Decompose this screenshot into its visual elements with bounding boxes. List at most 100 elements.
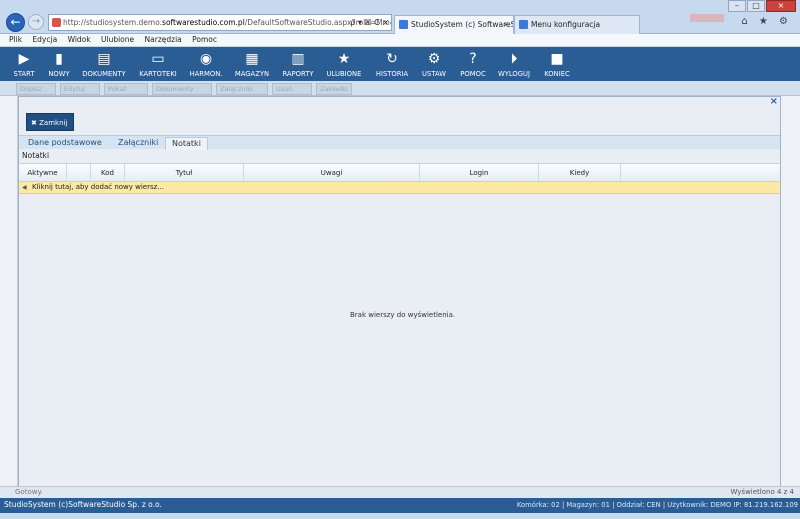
col-kiedy[interactable]: Kiedy (539, 164, 621, 182)
stop-icon: ■ (550, 51, 564, 67)
subtoolbar-zakladki[interactable]: Zakładki (316, 83, 352, 95)
status-text: Gotowy. (15, 488, 43, 496)
forward-button[interactable]: → (28, 14, 44, 30)
maximize-button[interactable]: □ (747, 0, 765, 12)
toolbar-label: ULUBIONE (326, 70, 362, 78)
new-document-icon: ▮ (55, 51, 63, 67)
empty-message: Brak wierszy do wyświetlenia. (350, 311, 456, 319)
sub-toolbar: Dopisz Edytuj Pokaż Dokumenty Załączniki… (0, 81, 800, 96)
browser-tab-studiosystem[interactable]: StudioSystem (c) SoftwareS... × (394, 15, 514, 34)
menu-narzedzia[interactable]: Narzędzia (145, 35, 182, 44)
address-bar[interactable]: http://studiosystem.demo.softwarestudio.… (48, 14, 392, 31)
toolbar-magazyn[interactable]: ▦ MAGAZYN (230, 47, 274, 81)
close-icon: ✖ (31, 119, 37, 127)
toolbar-raporty[interactable]: ▥ RAPORTY (278, 47, 318, 81)
cards-icon: ▭ (151, 51, 165, 67)
tab-zalaczniki[interactable]: Załączniki (112, 137, 164, 150)
toolbar-ustaw[interactable]: ⚙ USTAW (418, 47, 450, 81)
schedule-icon: ◉ (199, 51, 213, 67)
subtoolbar-dopisz[interactable]: Dopisz (16, 83, 56, 95)
footer-copyright: StudioSystem (c)SoftwareStudio Sp. z o.o… (4, 500, 162, 509)
minimize-button[interactable]: – (728, 0, 746, 12)
window-close-button[interactable]: × (766, 0, 796, 12)
menubar: Plik Edycja Widok Ulubione Narzędzia Pom… (0, 34, 800, 47)
menu-ulubione[interactable]: Ulubione (101, 35, 134, 44)
toolbar-ulubione[interactable]: ★ ULUBIONE (322, 47, 366, 81)
col-filler (621, 164, 780, 182)
toolbar-label: WYLOGUJ (497, 70, 530, 78)
col-aktywne[interactable]: Aktywne (19, 164, 67, 182)
browser-toolbar-icons[interactable]: ⌂ ★ ⚙ (741, 16, 792, 27)
footer-session-info: Komórka: 02 | Magazyn: 01 | Oddział: CEN… (516, 501, 798, 509)
toolbar-historia[interactable]: ↻ HISTORIA (370, 47, 414, 81)
toolbar-label: KONIEC (544, 70, 570, 78)
toolbar-dokumenty[interactable]: ▤ DOKUMENTY (78, 47, 130, 81)
toolbar-label: DOKUMENTY (82, 70, 126, 78)
toolbar-start[interactable]: ▶ START (8, 47, 40, 81)
records-count: Wyświetlono 4 z 4 (730, 488, 794, 496)
browser-tab-menu[interactable]: Menu konfiguracja (514, 15, 640, 34)
subtoolbar-edytuj[interactable]: Edytuj (60, 83, 100, 95)
modal-close-icon[interactable]: × (770, 96, 778, 107)
modal-tabs: Dane podstawowe Załączniki Notatki (19, 135, 780, 150)
menu-widok[interactable]: Widok (68, 35, 91, 44)
col-login[interactable]: Login (420, 164, 539, 182)
col-uwagi[interactable]: Uwagi (244, 164, 420, 182)
reports-icon: ▥ (291, 51, 305, 67)
section-title: Notatki (22, 151, 50, 160)
col-tytul[interactable]: Tytuł (125, 164, 244, 182)
logout-icon: ⏵ (510, 51, 518, 67)
row-arrow-icon: ◀ (22, 184, 27, 191)
toolbar-label: NOWY (48, 70, 70, 78)
zamknij-label: Zamknij (39, 119, 68, 127)
zamknij-button[interactable]: ✖ Zamknij (26, 113, 74, 131)
toolbar-label: HISTORIA (375, 70, 409, 78)
url-domain: softwarestudio.com.pl (162, 18, 245, 27)
toolbar-pomoc[interactable]: ? POMOC (456, 47, 490, 81)
toolbar-harmon[interactable]: ◉ HARMON. (186, 47, 226, 81)
add-new-row[interactable]: ◀ Kliknij tutaj, aby dodać nowy wiersz..… (19, 182, 780, 194)
window-controls: – □ × (727, 0, 796, 12)
tab-notatki[interactable]: Notatki (165, 137, 208, 150)
right-panel-strip (781, 96, 800, 499)
tab-dane-podstawowe[interactable]: Dane podstawowe (22, 137, 108, 150)
toolbar-label: HARMON. (189, 70, 223, 78)
play-icon: ▶ (18, 51, 30, 67)
subtoolbar-pokaz[interactable]: Pokaż (104, 83, 148, 95)
col-blank[interactable] (67, 164, 91, 182)
window-bottom-edge (0, 513, 800, 519)
menu-pomoc[interactable]: Pomoc (192, 35, 217, 44)
app-toolbar: ▶ START ▮ NOWY ▤ DOKUMENTY ▭ KARTOTEKI ◉ HARM… (0, 47, 800, 81)
star-icon: ★ (337, 51, 351, 67)
status-bar: Gotowy. Wyświetlono 4 z 4 (0, 486, 800, 498)
tab-close-icon[interactable]: × (503, 16, 509, 33)
address-tools[interactable]: ρ ▾ ☒ C × (350, 15, 389, 30)
subtoolbar-zalaczniki[interactable]: Załączniki (216, 83, 268, 95)
notes-modal: × ✖ Zamknij Dane podstawowe Załączniki N… (18, 96, 781, 486)
url-prefix: http://studiosystem.demo. (63, 18, 163, 27)
tab-icon (399, 20, 408, 29)
toolbar-label: POMOC (460, 70, 486, 78)
warehouse-icon: ▦ (245, 51, 259, 67)
toolbar-koniec[interactable]: ■ KONIEC (538, 47, 576, 81)
toolbar-wyloguj[interactable]: ⏵ WYLOGUJ (494, 47, 534, 81)
subtoolbar-usun[interactable]: Usuń (272, 83, 312, 95)
help-icon: ? (469, 51, 477, 67)
subtoolbar-dokumenty[interactable]: Dokumenty (152, 83, 212, 95)
menu-edycja[interactable]: Edycja (32, 35, 57, 44)
back-button[interactable]: ← (6, 13, 25, 32)
toolbar-kartoteki[interactable]: ▭ KARTOTEKI (134, 47, 182, 81)
add-row-label: Kliknij tutaj, aby dodać nowy wiersz... (32, 183, 164, 191)
menu-plik[interactable]: Plik (9, 35, 22, 44)
col-kod[interactable]: Kod (91, 164, 125, 182)
grid-header: Aktywne Kod Tytuł Uwagi Login Kiedy (19, 163, 780, 182)
history-icon: ↻ (386, 51, 398, 67)
app-footer: StudioSystem (c)SoftwareStudio Sp. z o.o… (0, 498, 800, 513)
toolbar-label: KARTOTEKI (139, 70, 177, 78)
site-icon (52, 18, 61, 27)
browser-titlebar: ← → http://studiosystem.demo.softwarestu… (0, 0, 800, 34)
toolbar-label: MAGAZYN (234, 70, 270, 78)
tab-icon (519, 20, 528, 29)
toolbar-label: USTAW (422, 70, 446, 78)
toolbar-nowy[interactable]: ▮ NOWY (44, 47, 74, 81)
